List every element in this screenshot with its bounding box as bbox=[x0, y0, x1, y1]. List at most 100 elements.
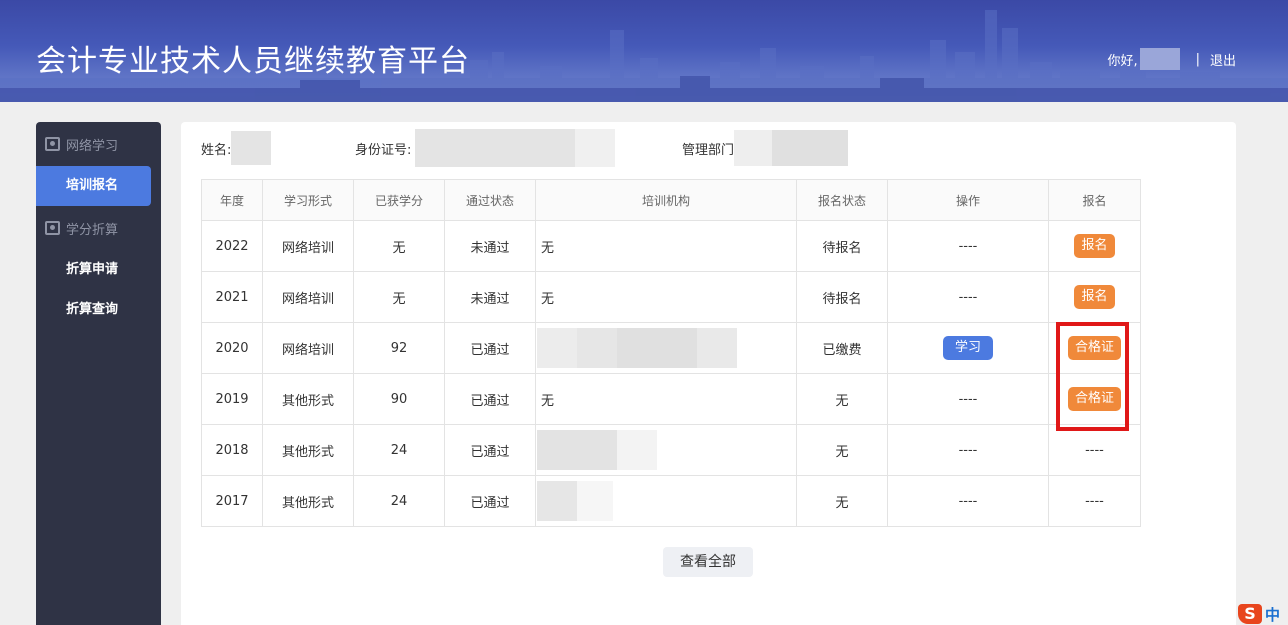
year-cell: 2021 bbox=[201, 271, 263, 323]
org-redacted bbox=[697, 328, 737, 368]
logout-link[interactable]: 退出 bbox=[1210, 50, 1236, 69]
credits-cell: 90 bbox=[353, 373, 445, 425]
ime-indicator[interactable]: S 中 bbox=[1238, 603, 1288, 625]
column-header: 报名状态 bbox=[796, 179, 888, 221]
signup-button[interactable]: 报名 bbox=[1074, 234, 1115, 258]
org-redacted bbox=[537, 430, 617, 470]
credits-cell: 24 bbox=[353, 424, 445, 476]
dept-redacted-tail bbox=[772, 130, 849, 166]
form-cell: 其他形式 bbox=[262, 424, 354, 476]
table-row: 2019 其他形式 90 已通过 无 无 ---- 合格证 bbox=[201, 373, 1141, 425]
signup-status-cell: 待报名 bbox=[796, 271, 888, 323]
action-cell: ---- bbox=[887, 271, 1049, 323]
page-header: 会计专业技术人员继续教育平台 你好, | 退出 bbox=[0, 0, 1288, 102]
id-label: 身份证号: bbox=[355, 142, 412, 158]
action-cell: 学习 bbox=[887, 322, 1049, 374]
column-header: 培训机构 bbox=[535, 179, 797, 221]
user-area: 你好, | 退出 bbox=[1107, 48, 1236, 70]
dept-field: 管理部门 bbox=[682, 130, 849, 166]
signup-button[interactable]: 报名 bbox=[1074, 285, 1115, 309]
credits-cell: 无 bbox=[353, 271, 445, 323]
sidebar-group-label: 网络学习 bbox=[66, 138, 119, 154]
sidebar: 网络学习 培训报名 学分折算 折算申请 折算查询 bbox=[36, 122, 161, 625]
org-cell: 无 bbox=[535, 220, 797, 272]
org-cell: 无 bbox=[535, 271, 797, 323]
certificate-highlight-box bbox=[1056, 322, 1129, 431]
signup-status-cell: 待报名 bbox=[796, 220, 888, 272]
credits-cell: 无 bbox=[353, 220, 445, 272]
signup-status-cell: 无 bbox=[796, 424, 888, 476]
signup-cell: ---- bbox=[1048, 475, 1141, 527]
org-redacted bbox=[577, 481, 613, 521]
org-redacted bbox=[617, 430, 657, 470]
org-cell bbox=[535, 424, 797, 476]
signup-cell: ---- bbox=[1048, 424, 1141, 476]
action-cell: ---- bbox=[887, 220, 1049, 272]
table-row: 2017 其他形式 24 已通过 无 ---- ---- bbox=[201, 475, 1141, 527]
action-cell: ---- bbox=[887, 373, 1049, 425]
column-header: 操作 bbox=[887, 179, 1049, 221]
monitor-icon bbox=[45, 137, 60, 151]
view-all-button[interactable]: 查看全部 bbox=[663, 547, 753, 577]
org-cell bbox=[535, 475, 797, 527]
credits-cell: 92 bbox=[353, 322, 445, 374]
id-redacted bbox=[415, 129, 576, 167]
sidebar-item-training-signup[interactable]: 培训报名 bbox=[36, 166, 151, 206]
form-cell: 其他形式 bbox=[262, 373, 354, 425]
sidebar-item-conversion-apply[interactable]: 折算申请 bbox=[36, 250, 161, 290]
pass-status-cell: 已通过 bbox=[444, 373, 536, 425]
table-row: 2018 其他形式 24 已通过 无 ---- ---- bbox=[201, 424, 1141, 476]
column-header: 报名 bbox=[1048, 179, 1141, 221]
ime-mode-label: 中 bbox=[1265, 605, 1281, 624]
form-cell: 其他形式 bbox=[262, 475, 354, 527]
table-row: 2021 网络培训 无 未通过 无 待报名 ---- 报名 bbox=[201, 271, 1141, 323]
dept-redacted bbox=[734, 130, 773, 166]
year-cell: 2022 bbox=[201, 220, 263, 272]
pass-status-cell: 未通过 bbox=[444, 220, 536, 272]
greeting-text: 你好, bbox=[1107, 53, 1138, 69]
signup-status-cell: 无 bbox=[796, 475, 888, 527]
form-cell: 网络培训 bbox=[262, 220, 354, 272]
column-header: 学习形式 bbox=[262, 179, 354, 221]
org-redacted bbox=[537, 328, 577, 368]
column-header: 通过状态 bbox=[444, 179, 536, 221]
org-cell: 无 bbox=[535, 373, 797, 425]
signup-cell: 报名 bbox=[1048, 271, 1141, 323]
sidebar-group-online-learning: 网络学习 bbox=[36, 122, 161, 166]
dept-label: 管理部门 bbox=[682, 142, 735, 158]
signup-cell: 报名 bbox=[1048, 220, 1141, 272]
header-separator: | bbox=[1195, 51, 1200, 67]
id-redacted-tail bbox=[575, 129, 616, 167]
sidebar-group-credit-conversion: 学分折算 bbox=[36, 206, 161, 250]
pass-status-cell: 已通过 bbox=[444, 424, 536, 476]
action-cell: ---- bbox=[887, 424, 1049, 476]
pass-status-cell: 已通过 bbox=[444, 475, 536, 527]
year-cell: 2020 bbox=[201, 322, 263, 374]
action-cell: ---- bbox=[887, 475, 1049, 527]
pass-status-cell: 已通过 bbox=[444, 322, 536, 374]
org-redacted bbox=[617, 328, 697, 368]
form-cell: 网络培训 bbox=[262, 271, 354, 323]
name-field: 姓名: bbox=[201, 130, 272, 166]
year-cell: 2018 bbox=[201, 424, 263, 476]
name-label: 姓名: bbox=[201, 142, 232, 158]
org-redacted bbox=[577, 328, 617, 368]
credits-cell: 24 bbox=[353, 475, 445, 527]
org-cell bbox=[535, 322, 797, 374]
training-record-table: 年度 学习形式 已获学分 通过状态 培训机构 报名状态 操作 报名 2022 网… bbox=[201, 179, 1141, 527]
site-title: 会计专业技术人员继续教育平台 bbox=[36, 44, 470, 79]
org-redacted bbox=[537, 481, 577, 521]
name-redacted bbox=[231, 131, 272, 165]
signup-status-cell: 已缴费 bbox=[796, 322, 888, 374]
main-panel: 姓名: 身份证号: 管理部门 年度 学习形式 已获学分 通过状态 培训机构 报名… bbox=[181, 122, 1236, 625]
username-redacted bbox=[1139, 48, 1180, 70]
form-cell: 网络培训 bbox=[262, 322, 354, 374]
table-header-row: 年度 学习形式 已获学分 通过状态 培训机构 报名状态 操作 报名 bbox=[201, 179, 1141, 221]
id-field: 身份证号: bbox=[355, 129, 616, 167]
year-cell: 2017 bbox=[201, 475, 263, 527]
signup-status-cell: 无 bbox=[796, 373, 888, 425]
sidebar-item-conversion-query[interactable]: 折算查询 bbox=[36, 290, 161, 330]
sogou-ime-icon: S bbox=[1238, 604, 1262, 624]
sidebar-group-label: 学分折算 bbox=[66, 222, 119, 238]
study-button[interactable]: 学习 bbox=[943, 336, 993, 360]
